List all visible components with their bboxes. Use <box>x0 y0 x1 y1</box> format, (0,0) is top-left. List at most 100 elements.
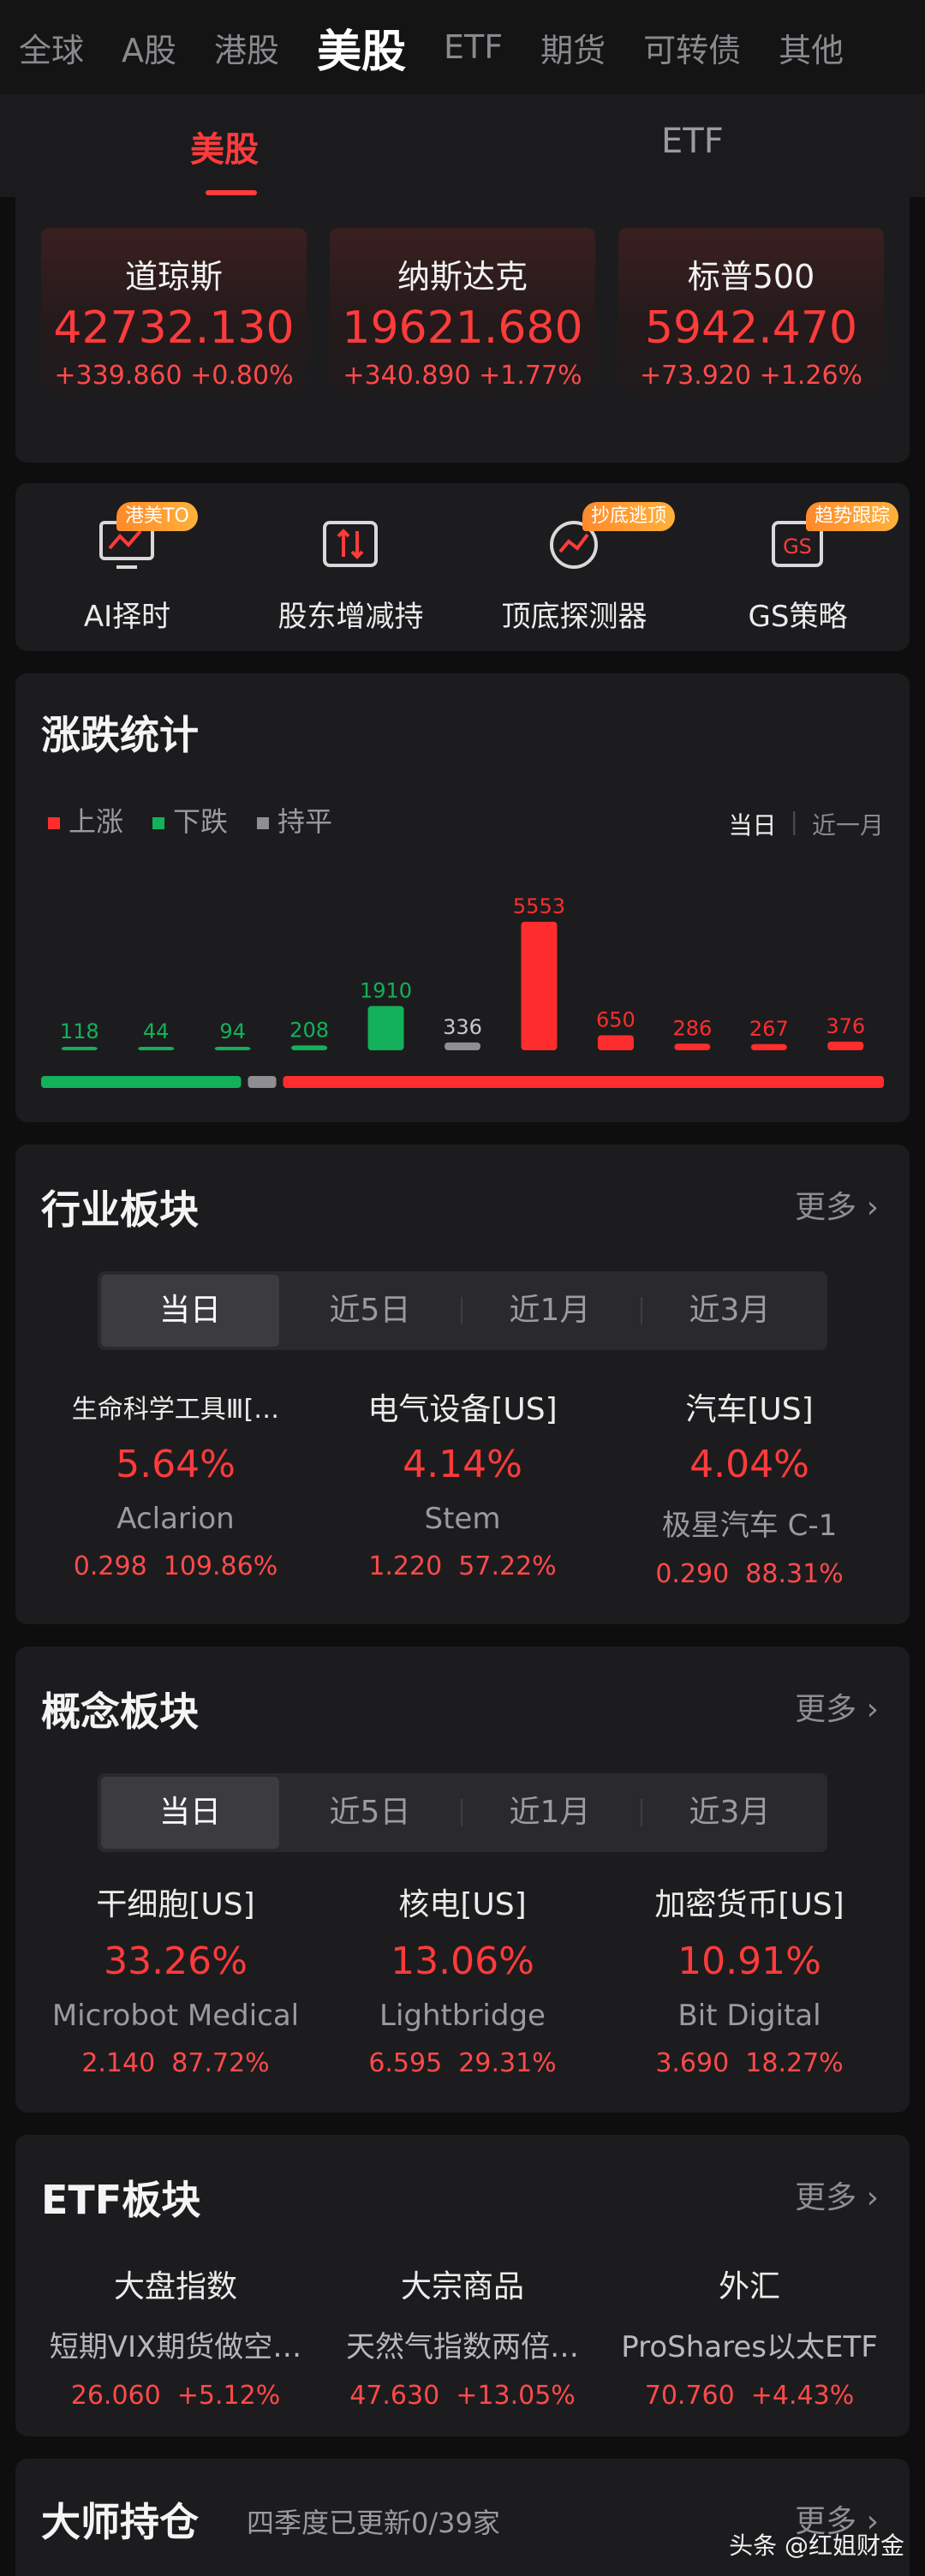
tab-other[interactable]: 其他 <box>760 24 862 71</box>
section-title: 行业板块 <box>41 1186 199 1233</box>
more-link[interactable]: 更多 › <box>795 2173 879 2217</box>
etf-quote: 26.060 +5.12% <box>34 2381 317 2411</box>
distribution-bar <box>61 1047 98 1050</box>
arrows-updown-icon <box>323 521 378 567</box>
tool-badge: 抄底逃顶 <box>582 502 676 531</box>
index-value: 5942.470 <box>644 302 858 354</box>
index-name: 纳斯达克 <box>397 258 528 296</box>
period-segment: 当日 近5日 近1月 近3月 <box>98 1773 827 1852</box>
more-link[interactable]: 更多 › <box>795 1684 879 1729</box>
svg-text:GS: GS <box>783 535 812 559</box>
stock-price: 0.298 <box>73 1551 147 1581</box>
sector-pct: 5.64% <box>116 1443 236 1486</box>
segment-today[interactable]: 当日 <box>101 1777 279 1849</box>
distribution-bar <box>827 1041 864 1050</box>
sector-pct: 10.91% <box>677 1939 821 1983</box>
etf-item[interactable]: 大宗商品 天然气指数两倍… 47.630 +13.05% <box>321 2262 604 2411</box>
segment-5d[interactable]: 近5日 <box>281 1777 459 1849</box>
segment-3m[interactable]: 近3月 <box>641 1777 819 1849</box>
sector-item[interactable]: 核电[US] 13.06% Lightbridge 6.595 29.31% <box>321 1880 604 2078</box>
rise-fall-stats-panel: 涨跌统计 上涨 下跌 持平 当日 | 近一月 118 44 94 208 1910 336… <box>15 673 910 1122</box>
distribution-bar <box>750 1043 787 1050</box>
more-label: 更多 <box>795 2180 857 2215</box>
tool-gs-strategy[interactable]: GS 趋势跟踪 GS策略 <box>686 483 910 651</box>
sector-item[interactable]: 汽车[US] 4.04% 极星汽车 C-1 0.290 88.31% <box>608 1393 891 1589</box>
leading-stock-quote: 1.220 57.22% <box>321 1551 604 1581</box>
leading-stock-quote: 6.595 29.31% <box>321 2048 604 2078</box>
stock-pct: 29.31% <box>458 2048 557 2078</box>
tool-shareholder-changes[interactable]: 股东增减持 <box>239 483 462 651</box>
bar-value-label: 376 <box>826 1014 865 1038</box>
index-change-pct: +1.26% <box>759 361 863 391</box>
active-subtab-indicator <box>206 190 257 195</box>
index-change: +340.890 +1.77% <box>330 361 595 391</box>
tool-label: GS策略 <box>748 600 848 634</box>
index-card-sp500[interactable]: 标普500 5942.470 +73.920 +1.26% <box>618 228 884 391</box>
segment-5d[interactable]: 近5日 <box>281 1275 459 1347</box>
subtab-etf[interactable]: ETF <box>661 122 724 161</box>
segment-today[interactable]: 当日 <box>101 1275 279 1347</box>
bar-value-label: 336 <box>443 1015 482 1039</box>
segment-3m[interactable]: 近3月 <box>641 1275 819 1347</box>
distribution-bar <box>445 1042 480 1050</box>
sector-pct: 4.04% <box>689 1443 809 1486</box>
sector-name: 干细胞[US] <box>96 1887 255 1922</box>
more-link[interactable]: 更多 › <box>795 1182 879 1227</box>
chevron-right-icon: › <box>866 2180 879 2215</box>
industry-sector-panel: 行业板块 更多 › 当日 近5日 近1月 近3月 生命科学工具Ⅲ[… 5.64%… <box>15 1145 910 1624</box>
segment-1m[interactable]: 近1月 <box>461 1275 639 1347</box>
tab-etf[interactable]: ETF <box>425 28 522 66</box>
leading-stock-quote: 0.298 109.86% <box>34 1551 317 1581</box>
market-tabs: 全球 A股 港股 美股 ETF 期货 可转债 其他 <box>0 0 925 94</box>
sector-item[interactable]: 电气设备[US] 4.14% Stem 1.220 57.22% <box>321 1393 604 1581</box>
sector-item[interactable]: 加密货币[US] 10.91% Bit Digital 3.690 18.27% <box>608 1880 891 2078</box>
stock-pct: 109.86% <box>163 1551 278 1581</box>
breadth-segment-flat <box>248 1076 277 1088</box>
etf-sector-panel: ETF板块 更多 › 大盘指数 短期VIX期货做空… 26.060 +5.12%… <box>15 2135 910 2436</box>
tab-global[interactable]: 全球 <box>0 24 103 71</box>
etf-category: 大盘指数 <box>113 2269 237 2304</box>
etf-item[interactable]: 大盘指数 短期VIX期货做空… 26.060 +5.12% <box>34 2262 317 2411</box>
index-change: +339.860 +0.80% <box>41 361 307 391</box>
index-value: 42732.130 <box>53 302 295 354</box>
index-card-nasdaq[interactable]: 纳斯达克 19621.680 +340.890 +1.77% <box>330 228 595 391</box>
index-card-dow[interactable]: 道琼斯 42732.130 +339.860 +0.80% <box>41 228 307 391</box>
leading-stock-quote: 3.690 18.27% <box>608 2048 891 2078</box>
subtab-us[interactable]: 美股 <box>190 122 259 171</box>
sector-name: 核电[US] <box>398 1887 527 1922</box>
rise-fall-chart: 118 44 94 208 1910 336 5553 650 286 267 376 <box>41 894 884 1088</box>
sector-item[interactable]: 干细胞[US] 33.26% Microbot Medical 2.140 87… <box>34 1880 317 2078</box>
tab-convertible[interactable]: 可转债 <box>624 24 760 71</box>
tool-top-bottom-detector[interactable]: 抄底逃顶 顶底探测器 <box>462 483 686 651</box>
sector-name: 电气设备[US] <box>367 1393 558 1427</box>
chevron-right-icon: › <box>866 1692 879 1727</box>
section-title: 大师持仓 <box>41 2499 199 2545</box>
stock-price: 0.290 <box>655 1559 730 1589</box>
etf-pct: +13.05% <box>456 2381 576 2411</box>
distribution-bar <box>291 1045 328 1050</box>
masters-update-status: 四季度已更新0/39家 <box>247 2507 500 2539</box>
bar-value-label: 1910 <box>360 978 412 1002</box>
concept-sector-panel: 概念板块 更多 › 当日 近5日 近1月 近3月 干细胞[US] 33.26% … <box>15 1647 910 2113</box>
leading-stock: Stem <box>424 1502 501 1536</box>
segment-1m[interactable]: 近1月 <box>461 1777 639 1849</box>
tab-hk[interactable]: 港股 <box>195 24 298 71</box>
leading-stock: Lightbridge <box>379 1999 546 2033</box>
tab-a-shares[interactable]: A股 <box>103 24 195 71</box>
sector-pct: 4.14% <box>403 1443 522 1486</box>
tab-futures[interactable]: 期货 <box>522 24 624 71</box>
distribution-bar <box>521 922 558 1050</box>
sector-name: 加密货币[US] <box>654 1887 844 1922</box>
stock-pct: 57.22% <box>458 1551 557 1581</box>
sector-item[interactable]: 生命科学工具Ⅲ[… 5.64% Aclarion 0.298 109.86% <box>34 1393 317 1581</box>
etf-quote: 47.630 +13.05% <box>321 2381 604 2411</box>
index-change-abs: +73.920 <box>639 361 752 391</box>
index-panel: 道琼斯 42732.130 +339.860 +0.80% 纳斯达克 19621… <box>15 197 910 463</box>
etf-item[interactable]: 外汇 ProShares以太ETF 70.760 +4.43% <box>608 2262 891 2411</box>
sector-pct: 13.06% <box>391 1939 534 1983</box>
stock-price: 1.220 <box>368 1551 443 1581</box>
etf-fund-name: 短期VIX期货做空… <box>49 2330 302 2364</box>
tab-us[interactable]: 美股 <box>298 15 425 80</box>
tool-ai-timing[interactable]: 港美TO AI择时 <box>15 483 239 651</box>
etf-pct: +4.43% <box>750 2381 855 2411</box>
